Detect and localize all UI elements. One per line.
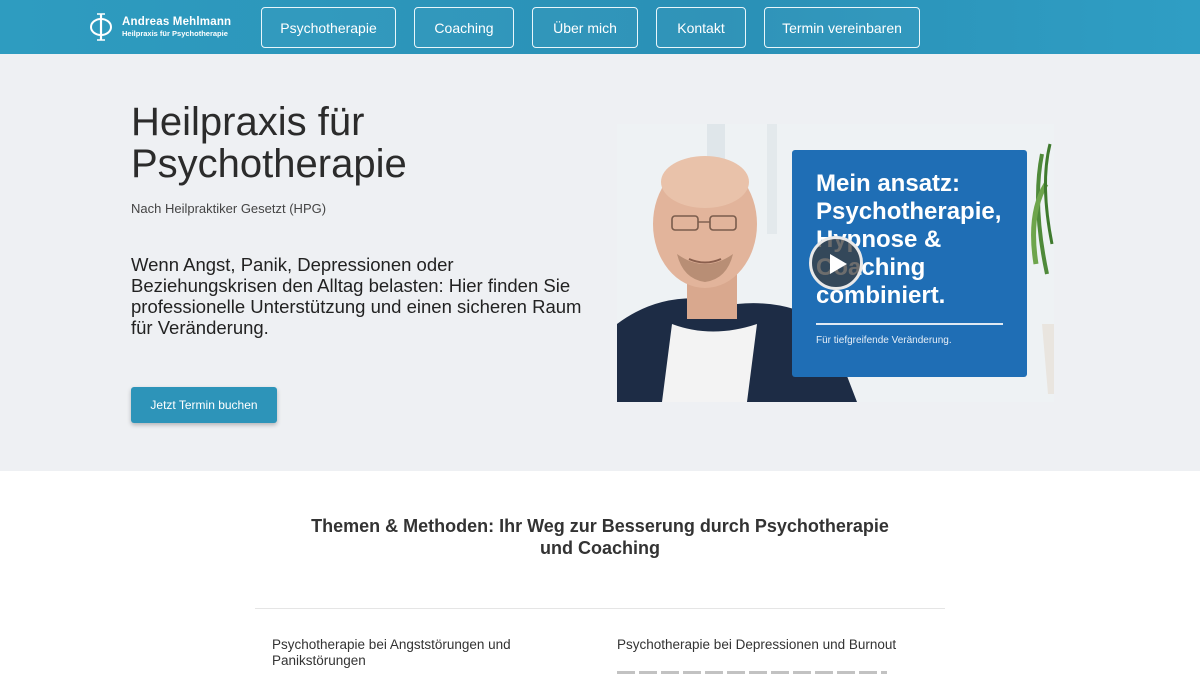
- topic-depression[interactable]: Psychotherapie bei Depressionen und Burn…: [617, 637, 917, 653]
- play-button[interactable]: [809, 236, 863, 290]
- nav-psychotherapie[interactable]: Psychotherapie: [261, 7, 396, 48]
- logo-subtitle: Heilpraxis für Psychotherapie: [122, 28, 228, 38]
- logo-name: Andreas Mehlmann: [122, 15, 232, 28]
- video-overlay-footer: Für tiefgreifende Veränderung.: [816, 335, 952, 346]
- nav-termin-vereinbaren[interactable]: Termin vereinbaren: [764, 7, 920, 48]
- hero-lead: Wenn Angst, Panik, Depressionen oder Bez…: [131, 254, 582, 338]
- phi-logo-icon: [88, 12, 114, 42]
- site-header: Andreas Mehlmann Heilpraxis für Psychoth…: [0, 0, 1200, 54]
- nav-kontakt[interactable]: Kontakt: [656, 7, 746, 48]
- nav-ueber-mich[interactable]: Über mich: [532, 7, 638, 48]
- site-logo[interactable]: Andreas Mehlmann Heilpraxis für Psychoth…: [88, 12, 231, 42]
- hero-section: Heilpraxis für Psychotherapie Nach Heilp…: [0, 54, 1200, 471]
- hero-subtitle: Nach Heilpraktiker Gesetzt (HPG): [131, 201, 327, 216]
- logo-text: Andreas Mehlmann Heilpraxis für Psychoth…: [122, 16, 231, 39]
- topic-anxiety[interactable]: Psychotherapie bei Angststörungen und Pa…: [272, 637, 542, 669]
- nav-coaching[interactable]: Coaching: [414, 7, 514, 48]
- overlay-divider: [816, 323, 1003, 325]
- section-title: Themen & Methoden: Ihr Weg zur Besserung…: [311, 516, 889, 558]
- section-divider: [255, 608, 945, 609]
- hero-title: Heilpraxis für Psychotherapie: [131, 100, 407, 186]
- book-appointment-button[interactable]: Jetzt Termin buchen: [131, 387, 277, 423]
- plant-decoration: [1031, 143, 1054, 394]
- intro-video[interactable]: Mein ansatz: Psychotherapie, Hypnose & C…: [617, 124, 1054, 402]
- play-icon: [830, 254, 847, 274]
- topic-description-preview: [617, 668, 917, 675]
- main-nav: Psychotherapie Coaching Über mich Kontak…: [261, 7, 920, 48]
